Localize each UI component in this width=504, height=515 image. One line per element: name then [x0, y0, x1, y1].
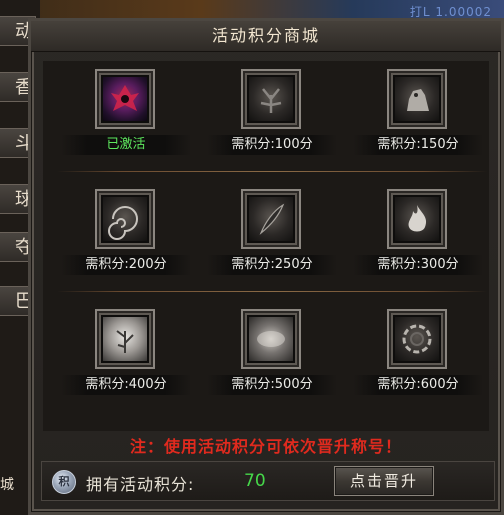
vortex-icon — [103, 197, 147, 241]
points-shop-panel: 活动积分商城 已激活 需积分:100分 需积分:150分 需积分:200分 需积… — [28, 18, 504, 515]
stone-beast-icon — [395, 77, 439, 121]
item-label: 需积分:500分 — [207, 375, 337, 395]
points-label: 拥有活动积分: — [86, 475, 195, 494]
item-slot[interactable] — [387, 309, 447, 369]
left-bottom-text: 城 — [0, 477, 14, 493]
shop-item-0[interactable]: 已激活 — [61, 65, 191, 175]
item-label: 需积分:400分 — [61, 375, 191, 395]
item-label: 需积分:600分 — [353, 375, 483, 395]
flame-icon — [395, 197, 439, 241]
item-label: 需积分:300分 — [353, 255, 483, 275]
game-screen: 打L 1.00002 动 香谷 斗场 球场 夺占 巴克 城 活动积分商城 — [0, 0, 504, 515]
demon-emblem-icon — [103, 77, 147, 121]
shop-item-5[interactable]: 需积分:300分 — [353, 185, 483, 295]
rune-plant-icon — [103, 317, 147, 361]
promote-button[interactable]: 点击晋升 — [334, 466, 434, 496]
item-slot[interactable] — [241, 309, 301, 369]
item-slot[interactable] — [387, 189, 447, 249]
shop-item-4[interactable]: 需积分:250分 — [207, 185, 337, 295]
item-label: 需积分:250分 — [207, 255, 337, 275]
shop-item-2[interactable]: 需积分:150分 — [353, 65, 483, 175]
points-value: 70 — [244, 471, 266, 491]
item-slot[interactable] — [241, 189, 301, 249]
item-label: 已激活 — [61, 135, 191, 155]
item-slot[interactable] — [387, 69, 447, 129]
shop-item-8[interactable]: 需积分:600分 — [353, 305, 483, 415]
item-label: 需积分:150分 — [353, 135, 483, 155]
panel-title: 活动积分商城 — [31, 21, 501, 52]
points-coin-icon: 积 — [52, 470, 76, 494]
points-footer: 积 拥有活动积分: 70 点击晋升 — [41, 461, 495, 501]
ring-portal-icon — [395, 317, 439, 361]
mist-cloud-icon — [249, 317, 293, 361]
feather-icon — [249, 197, 293, 241]
item-slot[interactable] — [95, 309, 155, 369]
item-label: 需积分:200分 — [61, 255, 191, 275]
shop-item-7[interactable]: 需积分:500分 — [207, 305, 337, 415]
item-slot[interactable] — [95, 189, 155, 249]
item-slot[interactable] — [95, 69, 155, 129]
item-label: 需积分:100分 — [207, 135, 337, 155]
shop-item-1[interactable]: 需积分:100分 — [207, 65, 337, 175]
item-slot[interactable] — [241, 69, 301, 129]
shop-item-3[interactable]: 需积分:200分 — [61, 185, 191, 295]
notice-text: 注：使用活动积分可依次晋升称号！ — [129, 437, 402, 456]
tree-creature-icon — [249, 77, 293, 121]
shop-item-6[interactable]: 需积分:400分 — [61, 305, 191, 415]
